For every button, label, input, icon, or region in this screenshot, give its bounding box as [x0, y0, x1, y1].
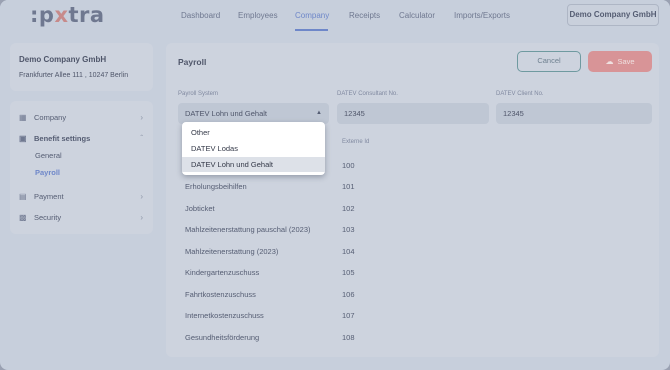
building-icon: ▦ [19, 113, 27, 122]
client-no-field[interactable]: 12345 [496, 103, 652, 124]
benefit-row-label: Mahlzeitenerstattung pauschal (2023) [185, 225, 311, 234]
sidebar-item-label: Company [34, 113, 67, 122]
pxtra-logo[interactable]: :pxtra [30, 3, 105, 27]
benefit-row-label: Mahlzeitenerstattung (2023) [185, 247, 279, 256]
nav-receipts[interactable]: Receipts [349, 11, 380, 20]
nav-active-indicator [295, 29, 328, 31]
external-id-value[interactable]: 102 [342, 204, 355, 213]
cancel-button[interactable]: Cancel [517, 51, 581, 72]
payroll-system-label: Payroll System [178, 91, 219, 97]
dropdown-option-datev-lodas[interactable]: DATEV Lodas [182, 141, 325, 156]
external-id-value[interactable]: 106 [342, 290, 355, 299]
sidebar-subitem-general[interactable]: General [35, 151, 62, 160]
company-switcher-button[interactable]: Demo Company GmbH [567, 4, 659, 26]
top-navigation-bar: :pxtra Dashboard Employees Company Recei… [0, 0, 670, 32]
benefit-row-label: Jobticket [185, 204, 215, 213]
benefit-row-label: Gesundheitsförderung [185, 333, 260, 342]
payroll-panel: Payroll Cancel ☁ Save Payroll System DATE… [166, 43, 659, 357]
payroll-system-value: DATEV Lohn und Gehalt [185, 109, 267, 118]
nav-calculator[interactable]: Calculator [399, 11, 435, 20]
external-id-value[interactable]: 103 [342, 225, 355, 234]
nav-dashboard[interactable]: Dashboard [181, 11, 220, 20]
lock-icon: ▩ [19, 213, 27, 222]
client-no-label: DATEV Client No. [496, 91, 544, 97]
sidebar-item-security[interactable]: ▩ Security [19, 213, 61, 222]
settings-sidebar: ▦ Company › ▣ Benefit settings ˆ General P… [10, 101, 153, 234]
consultant-no-field[interactable]: 12345 [337, 103, 489, 124]
company-name: Demo Company GmbH [19, 55, 107, 64]
logo-text-prefix: :p [30, 3, 55, 27]
sidebar-item-label: Benefit settings [34, 134, 91, 143]
cloud-upload-icon: ☁ [605, 57, 614, 66]
external-id-value[interactable]: 101 [342, 182, 355, 191]
nav-imports-exports[interactable]: Imports/Exports [454, 11, 510, 20]
benefit-row-label: Internetkostenzuschuss [185, 311, 264, 320]
chevron-up-icon: ˆ [140, 134, 143, 143]
consultant-no-label: DATEV Consultant No. [337, 91, 398, 97]
benefit-row-label: Fahrtkostenzuschuss [185, 290, 256, 299]
company-address: Frankfurter Allee 111 , 10247 Berlin [19, 72, 129, 79]
external-id-value[interactable]: 105 [342, 268, 355, 277]
dropdown-option-other[interactable]: Other [182, 125, 325, 140]
chevron-right-icon: › [140, 113, 143, 122]
chevron-right-icon: › [140, 192, 143, 201]
page-title: Payroll [178, 57, 207, 67]
chevron-up-icon: ▲ [316, 110, 322, 116]
dropdown-option-datev-lohn-und-gehalt[interactable]: DATEV Lohn und Gehalt [182, 157, 325, 172]
save-button[interactable]: ☁ Save [588, 51, 652, 72]
app-window: :pxtra Dashboard Employees Company Recei… [0, 0, 670, 370]
chevron-right-icon: › [140, 213, 143, 222]
benefit-row-label: Kindergartenzuschuss [185, 268, 260, 277]
external-id-value[interactable]: 108 [342, 333, 355, 342]
payroll-system-select[interactable]: DATEV Lohn und Gehalt ▲ [178, 103, 329, 124]
sidebar-item-company[interactable]: ▦ Company [19, 113, 66, 122]
sidebar-item-label: Security [34, 213, 62, 222]
payroll-system-dropdown: Other DATEV Lodas DATEV Lohn und Gehalt [182, 122, 325, 175]
logo-text-x: x [54, 3, 69, 27]
nav-company[interactable]: Company [295, 11, 329, 20]
external-id-value[interactable]: 104 [342, 247, 355, 256]
sidebar-item-benefit-settings[interactable]: ▣ Benefit settings [19, 134, 90, 143]
sidebar-item-label: Payment [34, 192, 64, 201]
external-id-header: Externe Id [342, 139, 370, 145]
nav-employees[interactable]: Employees [238, 11, 278, 20]
external-id-value[interactable]: 100 [342, 161, 355, 170]
sidebar-item-payment[interactable]: ▤ Payment [19, 192, 64, 201]
sidebar-subitem-payroll[interactable]: Payroll [35, 168, 60, 177]
logo-text-suffix: tra [68, 3, 105, 27]
document-icon: ▤ [19, 192, 27, 201]
company-info-card: Demo Company GmbH Frankfurter Allee 111 … [10, 43, 153, 91]
gift-icon: ▣ [19, 134, 27, 143]
save-button-label: Save [617, 57, 635, 66]
benefit-row-label: Erholungsbeihilfen [185, 182, 247, 191]
external-id-value[interactable]: 107 [342, 311, 355, 320]
